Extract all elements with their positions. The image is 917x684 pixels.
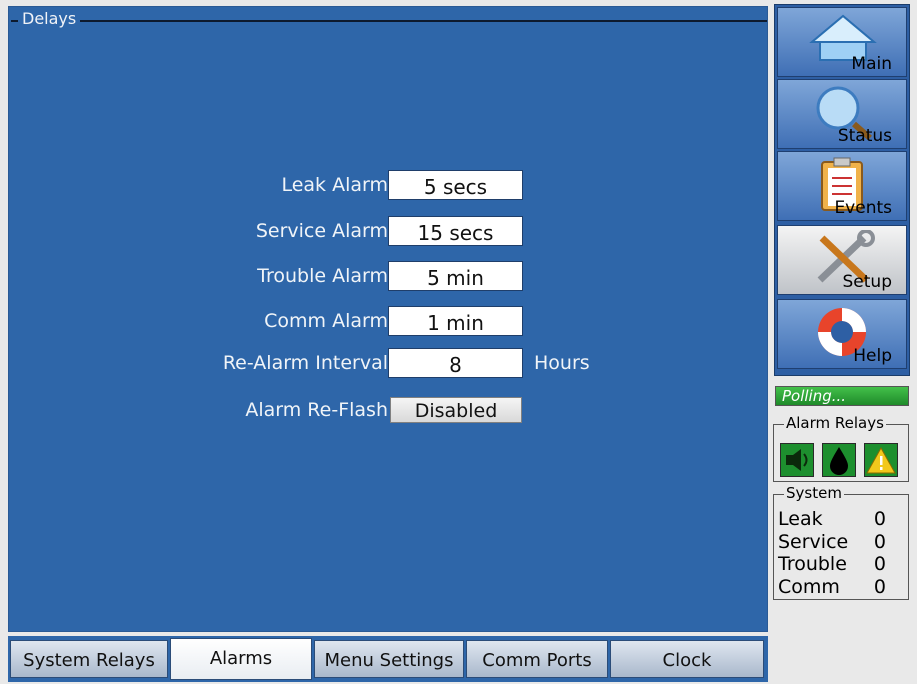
drop-icon (822, 443, 856, 477)
alarm-relays-group: Alarm Relays (773, 414, 909, 482)
system-trouble-label: Trouble (778, 553, 847, 575)
nav-status-label: Status (837, 126, 892, 146)
alarm-reflash-label: Alarm Re-Flash (245, 399, 388, 421)
system-comm-row: Comm 0 (778, 576, 904, 598)
trouble-alarm-label: Trouble Alarm (257, 265, 388, 287)
nav-events-label: Events (834, 198, 892, 218)
re-alarm-interval-row: Re-Alarm Interval 8 Hours (8, 348, 768, 382)
comm-alarm-field[interactable]: 1 min (388, 306, 523, 336)
group-frame-line (11, 20, 767, 22)
service-alarm-field[interactable]: 15 secs (388, 216, 523, 246)
system-comm-label: Comm (778, 576, 840, 598)
tab-comm-ports[interactable]: Comm Ports (466, 640, 608, 678)
comm-alarm-row: Comm Alarm 1 min (8, 306, 768, 340)
system-leak-row: Leak 0 (778, 508, 904, 530)
comm-alarm-label: Comm Alarm (264, 310, 388, 332)
tab-alarms[interactable]: Alarms (170, 638, 312, 680)
re-alarm-interval-field[interactable]: 8 (388, 348, 523, 378)
leak-alarm-row: Leak Alarm 5 secs (8, 170, 768, 204)
delays-panel: Delays Leak Alarm 5 secs Service Alarm 1… (8, 6, 768, 632)
side-navigation: Main Status Events Setup Help (774, 4, 910, 376)
leak-alarm-label: Leak Alarm (281, 174, 388, 196)
system-trouble-value: 0 (873, 553, 886, 575)
nav-help-button[interactable]: Help (777, 299, 907, 369)
system-comm-value: 0 (873, 576, 886, 598)
tab-menu-settings[interactable]: Menu Settings (314, 640, 464, 678)
tab-clock[interactable]: Clock (610, 640, 764, 678)
re-alarm-interval-label: Re-Alarm Interval (222, 352, 388, 374)
leak-alarm-field[interactable]: 5 secs (388, 170, 523, 200)
system-leak-label: Leak (778, 508, 823, 530)
alarm-reflash-button[interactable]: Disabled (390, 397, 522, 423)
re-alarm-interval-unit: Hours (534, 352, 590, 374)
alarm-relays-title: Alarm Relays (784, 414, 886, 432)
nav-main-label: Main (851, 54, 892, 74)
service-alarm-row: Service Alarm 15 secs (8, 216, 768, 250)
system-service-value: 0 (873, 531, 886, 553)
service-alarm-label: Service Alarm (255, 220, 388, 242)
nav-events-button[interactable]: Events (777, 151, 907, 221)
screen: Delays Leak Alarm 5 secs Service Alarm 1… (0, 0, 917, 684)
system-trouble-row: Trouble 0 (778, 553, 904, 575)
polling-status: Polling... (775, 386, 909, 406)
warning-icon (864, 443, 898, 477)
system-leak-value: 0 (873, 508, 886, 530)
nav-setup-label: Setup (842, 272, 892, 292)
speaker-icon (780, 443, 814, 477)
bottom-tab-bar: System Relays Alarms Menu Settings Comm … (8, 636, 768, 682)
alarm-reflash-row: Alarm Re-Flash Disabled (8, 395, 768, 429)
nav-status-button[interactable]: Status (777, 79, 907, 149)
system-service-label: Service (778, 531, 849, 553)
system-title: System (784, 484, 844, 502)
group-title: Delays (18, 8, 81, 30)
nav-help-label: Help (853, 346, 892, 366)
nav-setup-button[interactable]: Setup (777, 225, 907, 295)
nav-main-button[interactable]: Main (777, 7, 907, 77)
trouble-alarm-field[interactable]: 5 min (388, 261, 523, 291)
tab-system-relays[interactable]: System Relays (10, 640, 168, 678)
trouble-alarm-row: Trouble Alarm 5 min (8, 261, 768, 295)
system-service-row: Service 0 (778, 531, 904, 553)
system-group: System Leak 0 Service 0 Trouble 0 Comm 0 (773, 484, 909, 600)
